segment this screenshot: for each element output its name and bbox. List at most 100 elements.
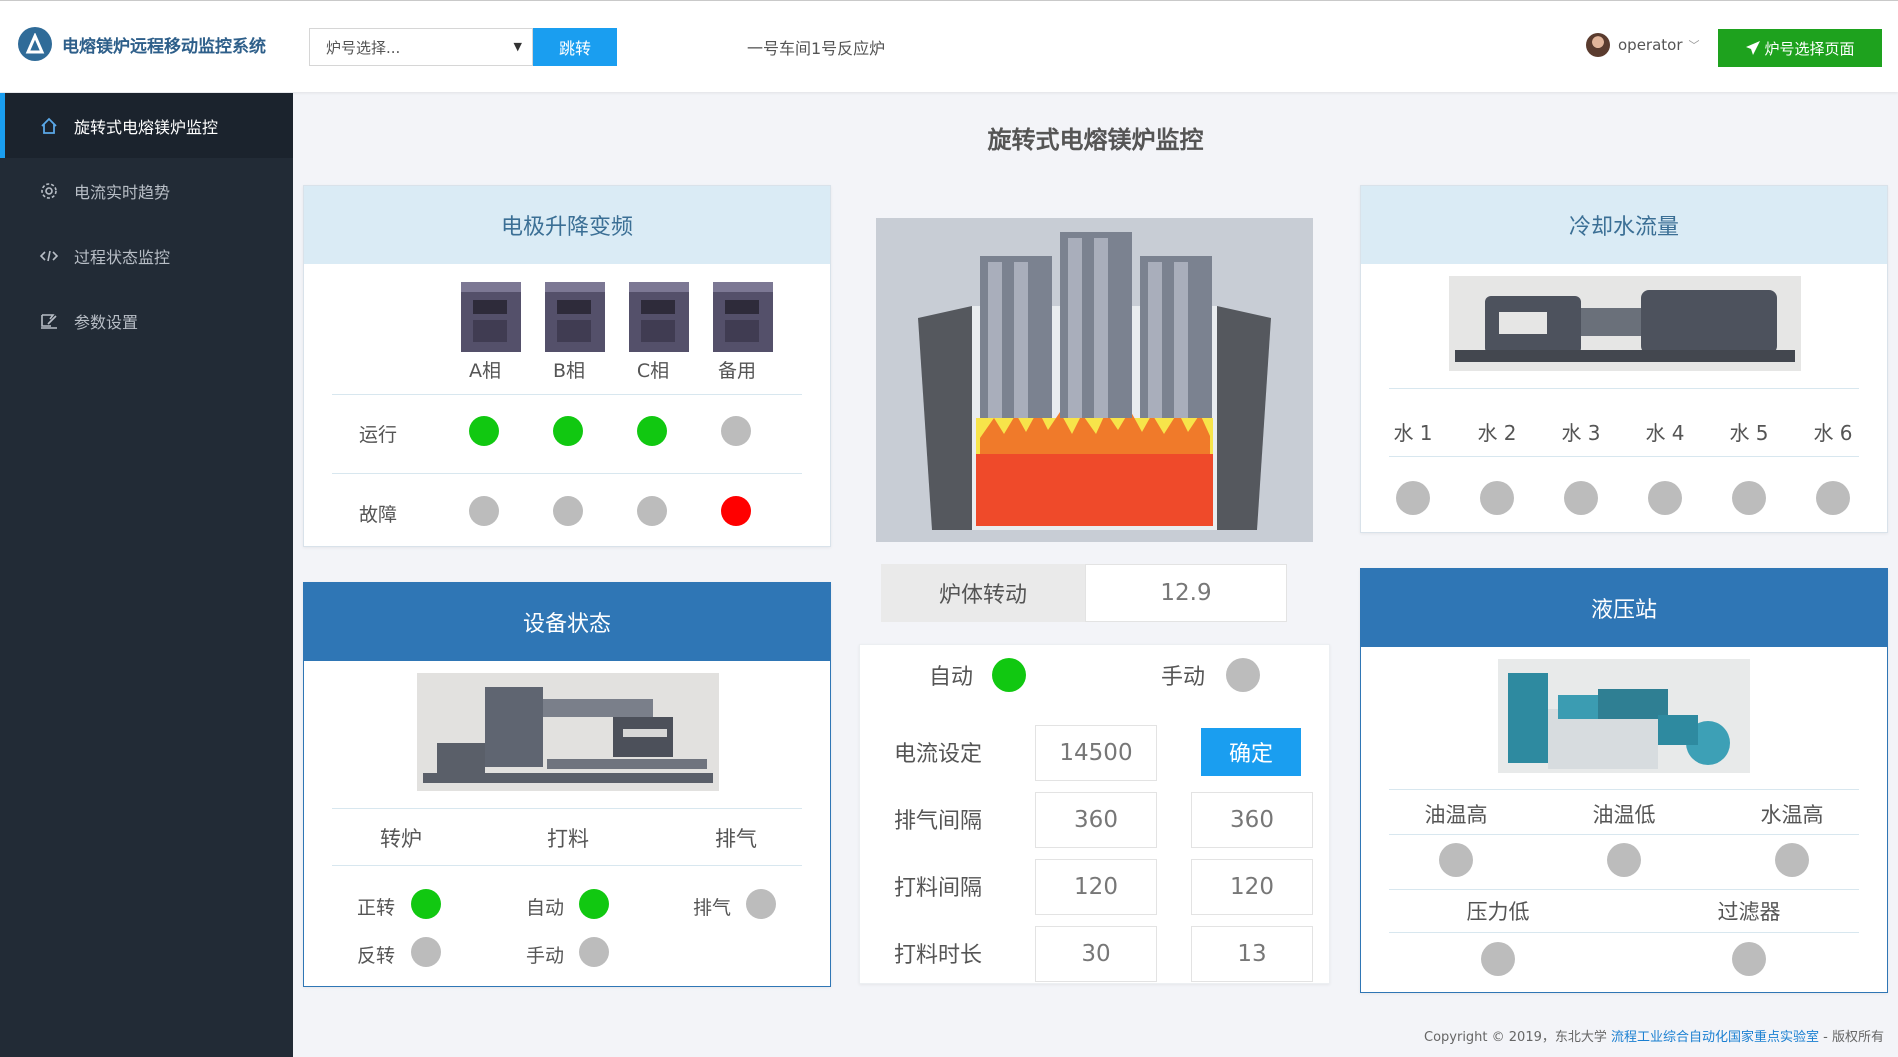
divider xyxy=(1389,789,1859,790)
manual-mode-indicator[interactable] xyxy=(1226,658,1260,692)
furnace-select[interactable]: 炉号选择... ▼ xyxy=(309,28,533,66)
forward-label: 正转 xyxy=(357,897,396,919)
reverse-indicator xyxy=(411,937,441,967)
inverter-c-icon xyxy=(627,278,691,354)
feed-duration-setpoint[interactable]: 30 xyxy=(1035,926,1157,982)
jump-button[interactable]: 跳转 xyxy=(533,28,617,66)
feed-manual-indicator xyxy=(579,937,609,967)
user-menu[interactable]: operator ﹀ xyxy=(1586,33,1700,57)
chevron-down-icon: ﹀ xyxy=(1688,39,1700,52)
water-4-label: 水 4 xyxy=(1645,421,1685,445)
divider xyxy=(1389,889,1859,890)
divider xyxy=(1389,456,1859,457)
column-rotate-furnace: 转炉 xyxy=(380,827,422,851)
running-b-indicator xyxy=(553,416,583,446)
water-6-indicator xyxy=(1816,481,1850,515)
sidebar-item-rotary-furnace-monitor[interactable]: 旋转式电熔镁炉监控 xyxy=(0,93,293,158)
divider xyxy=(1389,932,1859,933)
app-root: 电熔镁炉远程移动监控系统 炉号选择... ▼ 跳转 一号车间1号反应炉 oper… xyxy=(0,0,1898,1057)
phase-c-label: C相 xyxy=(636,360,670,382)
furnace-select-page-button[interactable]: 炉号选择页面 xyxy=(1718,29,1882,67)
furnace-control-panel: 自动 手动 电流设定 14500 确定 排气间隔 360 360 打料间隔 12… xyxy=(859,644,1330,984)
paper-plane-icon xyxy=(1746,41,1761,55)
water-2-label: 水 2 xyxy=(1477,421,1517,445)
lab-link[interactable]: 流程工业综合自动化国家重点实验室 xyxy=(1611,1030,1819,1045)
logo-icon xyxy=(18,27,52,61)
cooling-water-title: 冷却水流量 xyxy=(1361,186,1887,264)
rotary-machine-illustration xyxy=(417,673,719,791)
water-1-indicator xyxy=(1396,481,1430,515)
feed-auto-indicator xyxy=(579,889,609,919)
exhaust-label: 排气 xyxy=(693,897,732,919)
fault-row-label: 故障 xyxy=(359,504,398,526)
sidebar-item-process-monitor[interactable]: 过程状态监控 xyxy=(0,223,293,288)
manual-label: 手动 xyxy=(526,945,565,967)
inverter-b-icon xyxy=(543,278,607,354)
water-1-label: 水 1 xyxy=(1393,421,1433,445)
manual-mode-label: 手动 xyxy=(1161,665,1206,690)
reverse-label: 反转 xyxy=(357,945,396,967)
phase-a-label: A相 xyxy=(469,360,501,382)
water-5-label: 水 5 xyxy=(1729,421,1769,445)
column-material-feed: 打料 xyxy=(547,827,589,851)
divider xyxy=(332,865,802,866)
workshop-label: 一号车间1号反应炉 xyxy=(747,39,886,58)
home-icon xyxy=(38,115,60,137)
furnace-select-page-label: 炉号选择页面 xyxy=(1764,39,1855,58)
hydraulic-station-panel: 液压站 油温高 油温低 水温高 压力低 过滤器 xyxy=(1360,568,1888,993)
sidebar-item-parameter-settings[interactable]: 参数设置 xyxy=(0,288,293,353)
feed-interval-label: 打料间隔 xyxy=(894,876,983,901)
water-5-indicator xyxy=(1732,481,1766,515)
avatar xyxy=(1586,33,1610,57)
pressure-low-label: 压力低 xyxy=(1466,900,1530,924)
filter-indicator xyxy=(1732,942,1766,976)
fault-a-indicator xyxy=(469,496,499,526)
feed-interval-actual: 120 xyxy=(1191,859,1313,915)
electrode-panel: 电极升降变频 A相 B相 C相 备用 运行 故障 xyxy=(303,185,831,547)
exhaust-interval-setpoint[interactable]: 360 xyxy=(1035,792,1157,848)
gear-icon xyxy=(38,180,60,202)
exhaust-indicator xyxy=(746,889,776,919)
divider xyxy=(1389,388,1859,389)
sidebar-item-label: 电流实时趋势 xyxy=(74,182,171,202)
auto-label: 自动 xyxy=(526,897,565,919)
footer-copyright: Copyright © 2019，东北大学 流程工业综合自动化国家重点实验室 -… xyxy=(1424,1026,1884,1045)
current-setpoint-input[interactable]: 14500 xyxy=(1035,725,1157,781)
divider xyxy=(332,473,802,474)
divider xyxy=(332,808,802,809)
running-c-indicator xyxy=(637,416,667,446)
water-temp-high-indicator xyxy=(1775,843,1809,877)
divider xyxy=(332,394,802,395)
sidebar-item-current-trend[interactable]: 电流实时趋势 xyxy=(0,158,293,223)
rotation-label: 炉体转动 xyxy=(881,564,1085,622)
app-logo[interactable]: 电熔镁炉远程移动监控系统 xyxy=(18,27,266,61)
confirm-button[interactable]: 确定 xyxy=(1201,728,1301,776)
water-3-indicator xyxy=(1564,481,1598,515)
feed-duration-actual: 13 xyxy=(1191,926,1313,982)
furnace-select-placeholder: 炉号选择... xyxy=(326,38,401,57)
hydraulic-station-title: 液压站 xyxy=(1361,569,1887,647)
feed-interval-setpoint[interactable]: 120 xyxy=(1035,859,1157,915)
oil-temp-low-indicator xyxy=(1607,843,1641,877)
cooling-water-panel: 冷却水流量 水 1 水 2 水 3 水 4 水 5 水 6 xyxy=(1360,185,1888,533)
app-title: 电熔镁炉远程移动监控系统 xyxy=(62,36,266,57)
inverter-a-icon xyxy=(459,278,523,354)
oil-temp-high-label: 油温高 xyxy=(1424,803,1488,827)
running-spare-indicator xyxy=(721,416,751,446)
divider xyxy=(1389,834,1859,835)
forward-indicator xyxy=(411,889,441,919)
water-temp-high-label: 水温高 xyxy=(1760,803,1824,827)
fault-c-indicator xyxy=(637,496,667,526)
running-row-label: 运行 xyxy=(359,424,398,446)
running-a-indicator xyxy=(469,416,499,446)
auto-mode-indicator[interactable] xyxy=(992,658,1026,692)
page-title: 旋转式电熔镁炉监控 xyxy=(987,126,1204,154)
device-status-title: 设备状态 xyxy=(304,583,830,661)
sidebar-item-label: 旋转式电熔镁炉监控 xyxy=(74,117,219,137)
top-header: 电熔镁炉远程移动监控系统 炉号选择... ▼ 跳转 一号车间1号反应炉 oper… xyxy=(0,0,1898,92)
rotation-value: 12.9 xyxy=(1085,564,1287,622)
water-2-indicator xyxy=(1480,481,1514,515)
fault-b-indicator xyxy=(553,496,583,526)
phase-b-label: B相 xyxy=(552,360,586,382)
edit-icon xyxy=(38,310,60,332)
